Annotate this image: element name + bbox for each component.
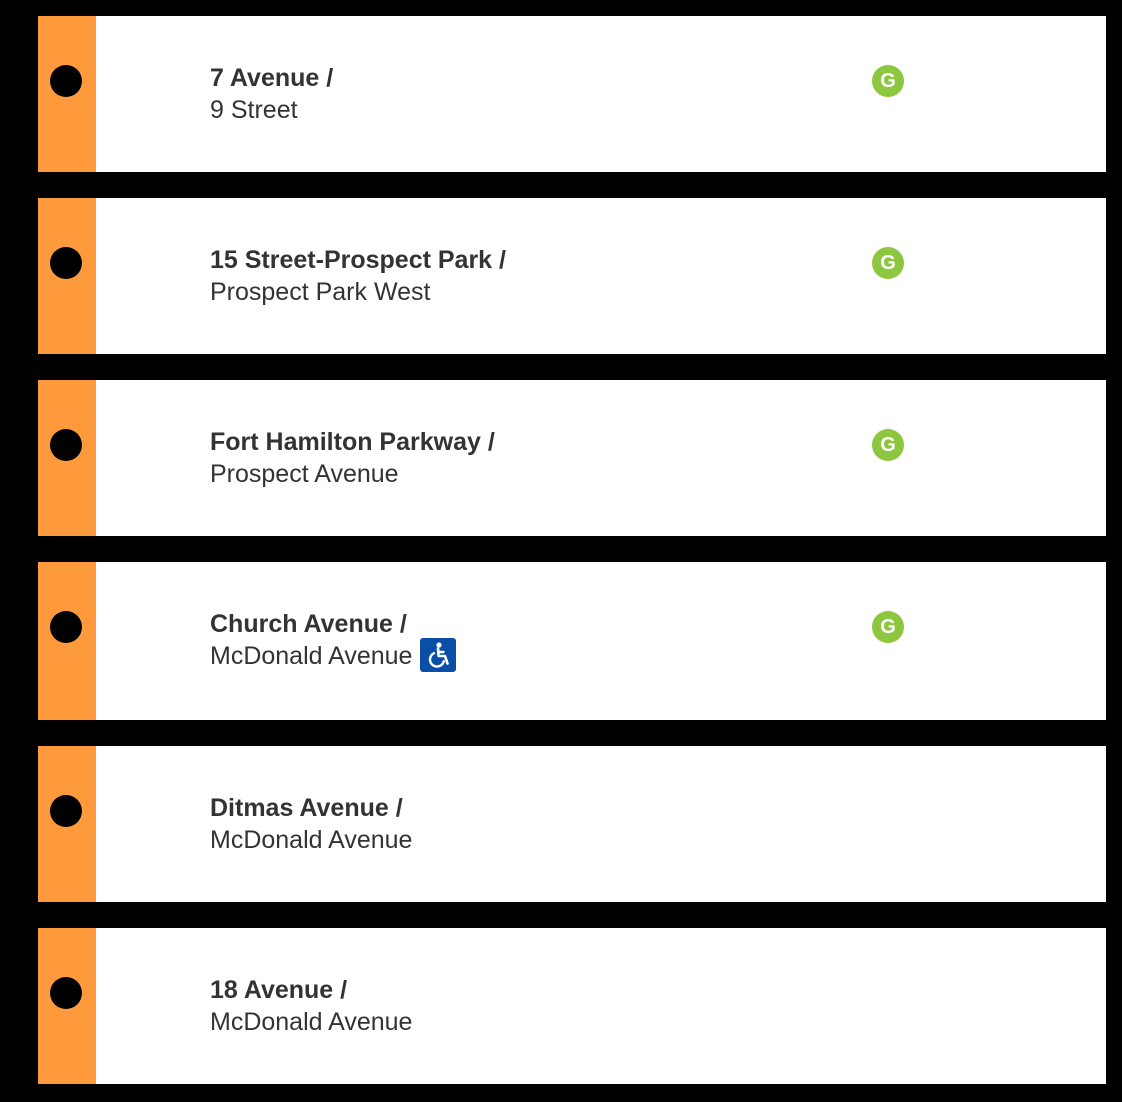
station-secondary-name: Prospect Park West	[210, 278, 431, 306]
station-names: Ditmas Avenue / McDonald Avenue	[210, 792, 412, 856]
station-names: 7 Avenue / 9 Street	[210, 62, 333, 126]
station-names: 18 Avenue / McDonald Avenue	[210, 974, 412, 1038]
transfer-g-icon[interactable]: G	[872, 429, 904, 461]
station-secondary-name: McDonald Avenue	[210, 826, 413, 854]
station-primary-name[interactable]: Ditmas Avenue /	[210, 792, 412, 824]
transfer-g-icon[interactable]: G	[872, 611, 904, 643]
station-row[interactable]: 18 Avenue / McDonald Avenue	[38, 928, 1106, 1084]
station-secondary-name: 9 Street	[210, 96, 298, 124]
station-names: Fort Hamilton Parkway / Prospect Avenue	[210, 426, 495, 490]
stop-dot-icon	[50, 977, 82, 1009]
station-primary-name[interactable]: 18 Avenue /	[210, 974, 412, 1006]
station-row[interactable]: Fort Hamilton Parkway / Prospect Avenue …	[38, 380, 1106, 536]
station-secondary-name: McDonald Avenue	[210, 1008, 413, 1036]
station-secondary-name: Prospect Avenue	[210, 460, 399, 488]
station-row[interactable]: Ditmas Avenue / McDonald Avenue	[38, 746, 1106, 902]
transfer-g-icon[interactable]: G	[872, 65, 904, 97]
stop-dot-icon	[50, 611, 82, 643]
wheelchair-icon	[420, 638, 457, 673]
stop-dot-icon	[50, 429, 82, 461]
station-row[interactable]: Church Avenue / McDonald Avenue G	[38, 562, 1106, 720]
station-row[interactable]: 15 Street-Prospect Park / Prospect Park …	[38, 198, 1106, 354]
station-row[interactable]: 7 Avenue / 9 Street G	[38, 16, 1106, 172]
stop-dot-icon	[50, 795, 82, 827]
station-names: 15 Street-Prospect Park / Prospect Park …	[210, 244, 506, 308]
station-secondary-name: McDonald Avenue	[210, 642, 413, 670]
stop-dot-icon	[50, 65, 82, 97]
station-primary-name[interactable]: 7 Avenue /	[210, 62, 333, 94]
station-primary-name[interactable]: 15 Street-Prospect Park /	[210, 244, 506, 276]
station-names: Church Avenue / McDonald Avenue	[210, 608, 457, 673]
station-primary-name[interactable]: Fort Hamilton Parkway /	[210, 426, 495, 458]
stop-dot-icon	[50, 247, 82, 279]
transfer-g-icon[interactable]: G	[872, 247, 904, 279]
station-primary-name[interactable]: Church Avenue /	[210, 608, 456, 640]
